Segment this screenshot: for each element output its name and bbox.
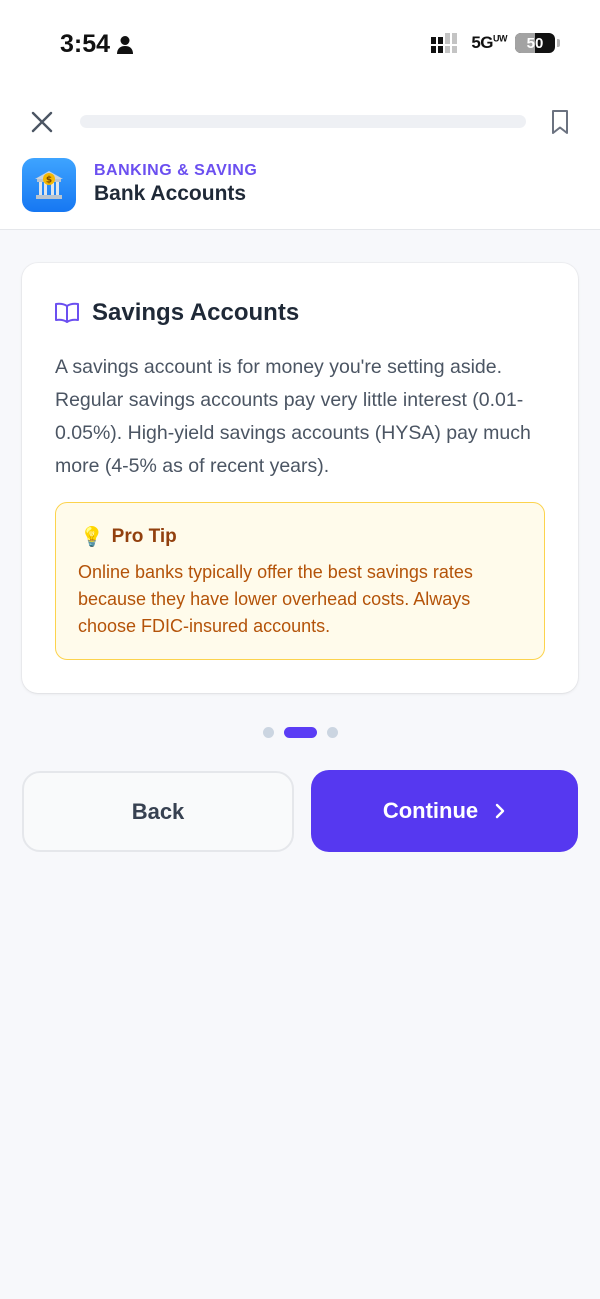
svg-text:$: $: [46, 176, 52, 186]
status-time: 3:54: [60, 30, 111, 58]
back-button-label: Back: [131, 798, 185, 824]
pro-tip-body: Online banks typically offer the best sa…: [78, 562, 473, 636]
bank-icon: $: [22, 158, 76, 212]
status-time-group: 3:54: [60, 30, 134, 59]
page-dot: [283, 726, 317, 738]
network-indicator: 5GUW: [471, 33, 507, 53]
battery-percent: 50: [526, 34, 544, 52]
card-heading: Savings Accounts: [54, 299, 299, 327]
lesson-header: $ BANKING & SAVING Bank Accounts: [0, 90, 600, 230]
lightbulb-icon: 💡: [80, 527, 104, 548]
bookmark-icon[interactable]: [548, 108, 572, 136]
status-indicators: 5GUW 50: [431, 33, 560, 53]
pro-tip-title: Pro Tip: [111, 526, 177, 547]
lesson-card: Savings Accounts A savings account is fo…: [22, 263, 578, 693]
page-dot: [262, 726, 274, 738]
lesson-progress-bar: [80, 115, 526, 128]
lesson-title: Bank Accounts: [94, 182, 247, 205]
card-title: Savings Accounts: [92, 299, 300, 326]
signal-icon: [431, 33, 463, 53]
person-icon: [117, 35, 134, 54]
book-open-icon: [55, 302, 79, 323]
page-indicator: [0, 726, 600, 738]
chevron-right-icon: [495, 803, 505, 819]
page-dot: [326, 726, 338, 738]
bank-building-icon: $: [35, 171, 63, 199]
pro-tip-header: 💡 Pro Tip: [80, 525, 177, 549]
lesson-screen: 3:54 5GUW 50 $ BANKING & SAVING Bank Acc…: [0, 0, 600, 1299]
continue-button[interactable]: Continue: [311, 770, 578, 852]
battery-icon: 50: [515, 33, 555, 53]
network-label: 5G: [471, 33, 493, 52]
pro-tip-box: 💡 Pro Tip Online banks typically offer t…: [55, 502, 545, 660]
card-body: A savings account is for money you're se…: [55, 356, 531, 477]
lesson-category: BANKING & SAVING: [94, 162, 258, 179]
close-icon[interactable]: [28, 108, 56, 136]
continue-button-label: Continue: [382, 798, 479, 823]
battery-tip: [557, 39, 560, 47]
network-suffix: UW: [493, 33, 508, 44]
status-bar: 3:54 5GUW 50: [0, 0, 600, 90]
back-button[interactable]: Back: [22, 771, 294, 852]
